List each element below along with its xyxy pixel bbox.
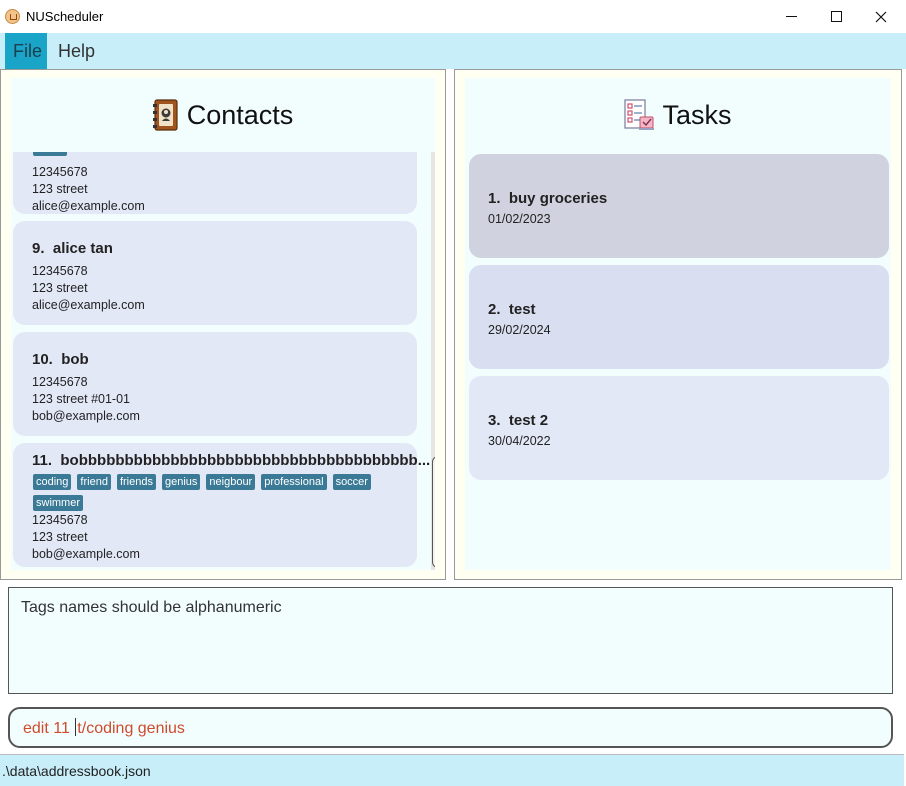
minimize-button[interactable] — [768, 0, 814, 33]
result-display[interactable]: Tags names should be alphanumeric — [8, 587, 893, 694]
tag: soccer — [332, 474, 371, 490]
address-book-icon — [152, 99, 178, 131]
contact-phone: 12345678 — [32, 264, 88, 278]
status-bar: .\data\addressbook.json — [0, 754, 904, 786]
menu-file[interactable]: File — [5, 33, 47, 69]
command-input[interactable]: edit 11 t/coding genius — [8, 707, 893, 748]
contact-name: bobbbbbbbbbbbbbbbbbbbbbbbbbbbbbbbbbbbbb.… — [60, 452, 431, 469]
tag: genius — [161, 474, 201, 490]
maximize-icon — [830, 11, 842, 22]
contact-name: bob — [61, 351, 89, 368]
task-date: 01/02/2023 — [488, 212, 551, 226]
contact-name-row: 10. bob — [32, 351, 89, 368]
menu-bar: File Help — [0, 33, 906, 69]
minimize-icon — [785, 16, 797, 17]
contacts-header: Contacts — [11, 78, 435, 152]
tag: friend — [77, 474, 111, 490]
task-index: 1. — [488, 190, 501, 207]
tasks-header: Tasks — [465, 78, 891, 152]
contact-card[interactable]: 9. alice tan 12345678 123 street alice@e… — [13, 221, 417, 325]
task-card[interactable]: 2. test 29/02/2024 — [469, 265, 889, 369]
task-index: 2. — [488, 301, 501, 318]
contact-phone: 12345678 — [32, 513, 88, 527]
close-icon — [875, 11, 887, 22]
tasks-list[interactable]: 1. buy groceries 01/02/2023 2. test 29/0… — [465, 152, 891, 570]
task-date: 30/04/2022 — [488, 434, 551, 448]
contacts-list[interactable]: friend 12345678 123 street alice@example… — [11, 152, 435, 570]
contacts-title: Contacts — [186, 99, 294, 130]
task-name: test 2 — [508, 412, 549, 429]
contact-name-row: 9. alice tan — [32, 240, 113, 257]
contact-phone: 12345678 — [32, 375, 88, 389]
contact-address: 123 street — [32, 182, 88, 196]
task-index: 3. — [488, 412, 501, 429]
contact-index: 10. — [32, 351, 53, 368]
contact-email: bob@example.com — [32, 409, 140, 423]
tag: swimmer — [33, 495, 83, 511]
tag: neigbour — [206, 474, 256, 490]
contact-address: 123 street — [32, 281, 88, 295]
contact-address: 123 street #01-01 — [32, 392, 130, 406]
task-name: buy groceries — [508, 190, 608, 207]
title-bar: NUScheduler — [0, 0, 906, 33]
main-area: Contacts friend 12345678 123 street alic… — [0, 69, 906, 583]
contact-address: 123 street — [32, 530, 88, 544]
window-title: NUScheduler — [26, 9, 104, 24]
task-date: 29/02/2024 — [488, 323, 551, 337]
scroll-thumb[interactable] — [432, 456, 435, 568]
contact-index: 11. — [32, 452, 53, 469]
tasks-panel: Tasks 1. buy groceries 01/02/2023 2. tes… — [454, 69, 902, 580]
tag: professional — [261, 474, 327, 490]
contact-card[interactable]: 11. bobbbbbbbbbbbbbbbbbbbbbbbbbbbbbbbbbb… — [13, 443, 430, 567]
close-button[interactable] — [858, 0, 904, 33]
contact-email: alice@example.com — [32, 199, 145, 213]
contact-card[interactable]: 10. bob 12345678 123 street #01-01 bob@e… — [13, 332, 417, 436]
contact-email: alice@example.com — [32, 298, 145, 312]
menu-help[interactable]: Help — [50, 33, 103, 69]
contact-name-row: 11. bobbbbbbbbbbbbbbbbbbbbbbbbbbbbbbbbbb… — [32, 452, 430, 469]
contact-email: bob@example.com — [32, 547, 140, 561]
contact-tags: coding friend friends genius neigbour pr… — [33, 474, 413, 516]
command-text: edit 11 t/coding genius — [23, 718, 185, 738]
task-name-row: 2. test — [488, 301, 536, 318]
command-area: edit 11 t/coding genius — [0, 702, 902, 754]
tag: coding — [33, 474, 72, 490]
contacts-panel: Contacts friend 12345678 123 street alic… — [0, 69, 446, 580]
command-text-before-caret: edit 11 — [23, 720, 75, 737]
tag: friend — [33, 152, 67, 156]
save-file-path: .\data\addressbook.json — [2, 763, 151, 779]
contacts-scrollbar[interactable] — [431, 152, 435, 570]
contact-index: 9. — [32, 240, 45, 257]
task-card-selected[interactable]: 1. buy groceries 01/02/2023 — [469, 154, 889, 258]
task-name-row: 1. buy groceries — [488, 190, 607, 207]
command-text-after-caret: t/coding genius — [77, 720, 185, 737]
task-checklist-icon — [624, 99, 655, 130]
tasks-title: Tasks — [662, 99, 732, 130]
task-name-row: 3. test 2 — [488, 412, 548, 429]
tag: friends — [116, 474, 156, 490]
task-card[interactable]: 3. test 2 30/04/2022 — [469, 376, 889, 480]
maximize-button[interactable] — [813, 0, 859, 33]
contact-card-partial[interactable]: friend 12345678 123 street alice@example… — [13, 152, 417, 214]
result-display-area: Tags names should be alphanumeric — [0, 583, 902, 700]
app-icon — [5, 9, 20, 24]
result-message: Tags names should be alphanumeric — [21, 599, 282, 616]
contact-phone: 12345678 — [32, 165, 88, 179]
task-name: test — [508, 301, 536, 318]
contact-name: alice tan — [52, 240, 113, 257]
